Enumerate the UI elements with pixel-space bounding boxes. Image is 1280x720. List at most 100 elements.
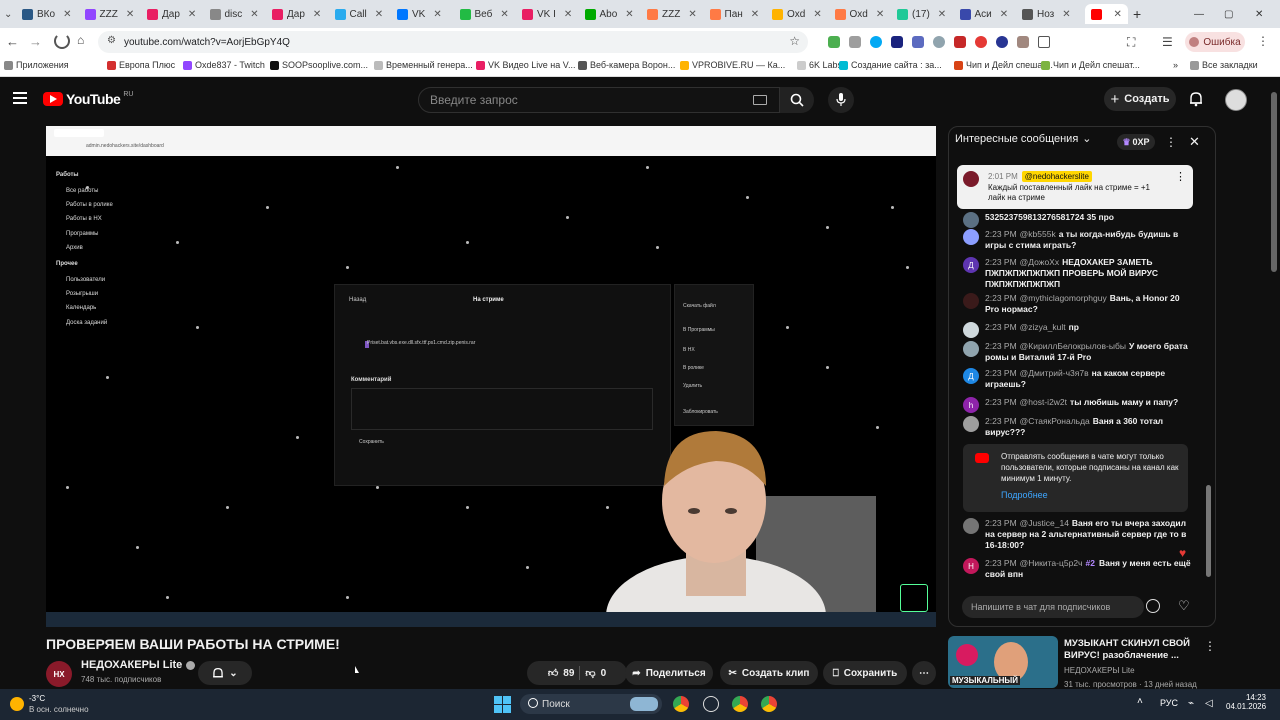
windows-search[interactable]: Поиск	[520, 694, 662, 714]
bookmark-item[interactable]: Временный генера...	[374, 60, 473, 70]
save-button[interactable]: ⎕ Сохранить	[823, 661, 907, 685]
bookmark-item[interactable]: 6K Labs	[797, 60, 842, 70]
language-indicator[interactable]: РУС	[1160, 698, 1178, 708]
youtube-logo[interactable]: YouTube RU	[43, 91, 133, 107]
bookmark-item[interactable]: Приложения	[4, 60, 69, 70]
create-button[interactable]: + Создать	[1104, 87, 1176, 111]
bookmark-item[interactable]: Чип и Дейл спешат...	[954, 60, 1053, 70]
chrome-icon[interactable]	[761, 696, 777, 712]
browser-tab[interactable]: Abo ✕	[584, 4, 634, 24]
chrome-icon[interactable]	[732, 696, 748, 712]
browser-menu-icon[interactable]: ⋮	[1257, 34, 1269, 48]
chat-message[interactable]: 2:23 PM @СтаякРональда Ваня а 360 тотал ви…	[963, 416, 1193, 438]
tab-close-icon[interactable]: ✕	[876, 9, 884, 20]
share-button[interactable]: ➦ Поделиться	[625, 661, 713, 685]
bookmark-item[interactable]: VPROBIVE.RU — Ка...	[680, 60, 785, 70]
page-scrollbar-thumb[interactable]	[1271, 92, 1277, 272]
tab-close-icon[interactable]: ✕	[63, 9, 71, 20]
extension-icon[interactable]	[849, 36, 861, 48]
new-tab-button[interactable]: +	[1133, 4, 1141, 24]
clock[interactable]: 14:23 04.01.2026	[1226, 693, 1266, 711]
home-icon[interactable]: ⌂	[77, 33, 84, 47]
tab-close-icon[interactable]: ✕	[938, 9, 946, 20]
tab-close-icon[interactable]: ✕	[1062, 9, 1070, 20]
xp-badge[interactable]: ♛ 0XP	[1117, 134, 1155, 150]
learn-more-link[interactable]: Подробнее	[1001, 490, 1048, 500]
extension-icon[interactable]	[996, 36, 1008, 48]
notifications-bell-icon[interactable]	[1189, 91, 1203, 107]
chat-scrollbar-thumb[interactable]	[1206, 485, 1211, 577]
weather-icon[interactable]	[10, 697, 24, 711]
chrome-icon[interactable]	[673, 696, 689, 712]
extension-icon[interactable]	[870, 36, 882, 48]
browser-tab[interactable]: Ноз ✕	[1022, 4, 1071, 24]
more-actions-button[interactable]: ⋯	[912, 661, 936, 685]
chat-scrollbar[interactable]	[1206, 163, 1212, 584]
forward-icon[interactable]: →	[29, 34, 42, 49]
extension-icon[interactable]	[933, 36, 945, 48]
volume-icon[interactable]: ◁	[1205, 698, 1213, 709]
tab-close-icon[interactable]: ✕	[250, 9, 258, 20]
recommendation-title[interactable]: МУЗЫКАНТ СКИНУЛ СВОЙ ВИРУС! разоблачение…	[1064, 638, 1194, 662]
browser-tab[interactable]: (17) ✕	[897, 4, 946, 24]
bookmark-star-icon[interactable]: ☆	[789, 34, 800, 48]
bookmark-item[interactable]: SOOPsooplive.com...	[270, 60, 368, 70]
browser-tab[interactable]: ZZZ ✕	[84, 4, 134, 24]
site-info-icon[interactable]: ⚙	[107, 35, 116, 46]
extension-icon[interactable]	[912, 36, 924, 48]
minimize-button[interactable]: —	[1194, 4, 1204, 24]
heart-icon[interactable]: ♡	[1178, 598, 1190, 614]
subscription-bell-button[interactable]: ⌄	[198, 661, 252, 685]
tab-close-icon[interactable]: ✕	[688, 9, 696, 20]
extension-icon[interactable]	[1017, 36, 1029, 48]
browser-tab[interactable]: Пан ✕	[709, 4, 759, 24]
chat-message[interactable]: Д 2:23 PM @Дмитрий-ч3я7в на каком сервере и…	[963, 368, 1193, 390]
video-player[interactable]: admin.nedohackers.site/dashboard Работы В…	[46, 126, 936, 627]
browser-tab[interactable]: Дар ✕	[272, 4, 321, 24]
browser-tab[interactable]: VK ✕	[397, 4, 442, 24]
extension-icon[interactable]	[954, 36, 966, 48]
tab-close-icon[interactable]: ✕	[1114, 9, 1122, 20]
pinned-menu-icon[interactable]: ⋮	[1175, 170, 1186, 183]
chat-message[interactable]: 2:23 PM @kb555k а ты когда-нибудь будишь в…	[963, 229, 1193, 251]
recommendation-thumbnail[interactable]: МУЗЫКАЛЬНЫЙ	[948, 636, 1058, 688]
close-window-button[interactable]: ✕	[1255, 4, 1263, 24]
browser-tab[interactable]: Call ✕	[334, 4, 383, 24]
channel-avatar[interactable]: НХ	[46, 661, 72, 687]
chat-message[interactable]: 2:23 PM @Justice_14 Ваня его ты вчера захо…	[963, 518, 1193, 551]
chat-mode-dropdown[interactable]: Интересные сообщения ⌄	[955, 132, 1092, 146]
bookmarks-overflow-icon[interactable]: »	[1173, 60, 1178, 70]
bookmark-item[interactable]: Чип и Дейл спешат...	[1041, 60, 1140, 70]
bookmark-item[interactable]: Европа Плюс	[107, 60, 175, 70]
network-icon[interactable]: ⌁	[1188, 698, 1194, 709]
tab-close-icon[interactable]: ✕	[433, 9, 441, 20]
extension-icon[interactable]	[891, 36, 903, 48]
clip-button[interactable]: ✂ Создать клип	[720, 661, 818, 685]
bookmark-item[interactable]: Создание сайта : за...	[839, 60, 942, 70]
chat-message[interactable]: 2:23 PM @mythiclagomorphguy Вань, а Honor …	[963, 293, 1193, 315]
page-scrollbar[interactable]	[1268, 78, 1280, 689]
pinned-message[interactable]: 2:01 PM @nedohackerslite Каждый поставле…	[957, 165, 1193, 209]
dislike-button[interactable]: 👎︎ 0	[585, 667, 606, 680]
reading-list-icon[interactable]: ☰	[1162, 35, 1173, 49]
account-avatar[interactable]	[1225, 89, 1247, 111]
maximize-button[interactable]: ▢	[1224, 4, 1233, 24]
bookmark-item[interactable]: Веб-камера Ворон...	[578, 60, 675, 70]
voice-search-button[interactable]	[828, 87, 854, 113]
url-field[interactable]: ⚙ youtube.com/watch?v=AorjEbGpY4Q ☆	[98, 31, 808, 53]
screenshot-icon[interactable]: ⛶	[1127, 35, 1135, 50]
chat-menu-icon[interactable]: ⋮	[1165, 135, 1177, 149]
tab-close-icon[interactable]: ✕	[188, 9, 196, 20]
recommendation-channel[interactable]: НЕДОХАКЕРЫ Lite	[1064, 666, 1135, 675]
chat-message[interactable]: Н 2:23 PM @Никита-ц5р2ч #2 Ваня у меня есть …	[963, 558, 1193, 580]
search-input[interactable]: Введите запрос	[418, 87, 780, 113]
chat-message[interactable]: 2:23 PM @zizya_kult пр	[963, 322, 1193, 338]
windows-start-icon[interactable]	[494, 696, 511, 713]
extension-icon[interactable]	[828, 36, 840, 48]
search-button[interactable]	[780, 87, 814, 113]
loading-icon[interactable]	[54, 33, 70, 49]
hamburger-menu-icon[interactable]	[13, 92, 27, 104]
chat-input[interactable]: Напишите в чат для подписчиков	[962, 596, 1144, 618]
back-icon[interactable]: ←	[6, 34, 19, 49]
bookmark-item[interactable]: VK Видео Live на V...	[476, 60, 575, 70]
